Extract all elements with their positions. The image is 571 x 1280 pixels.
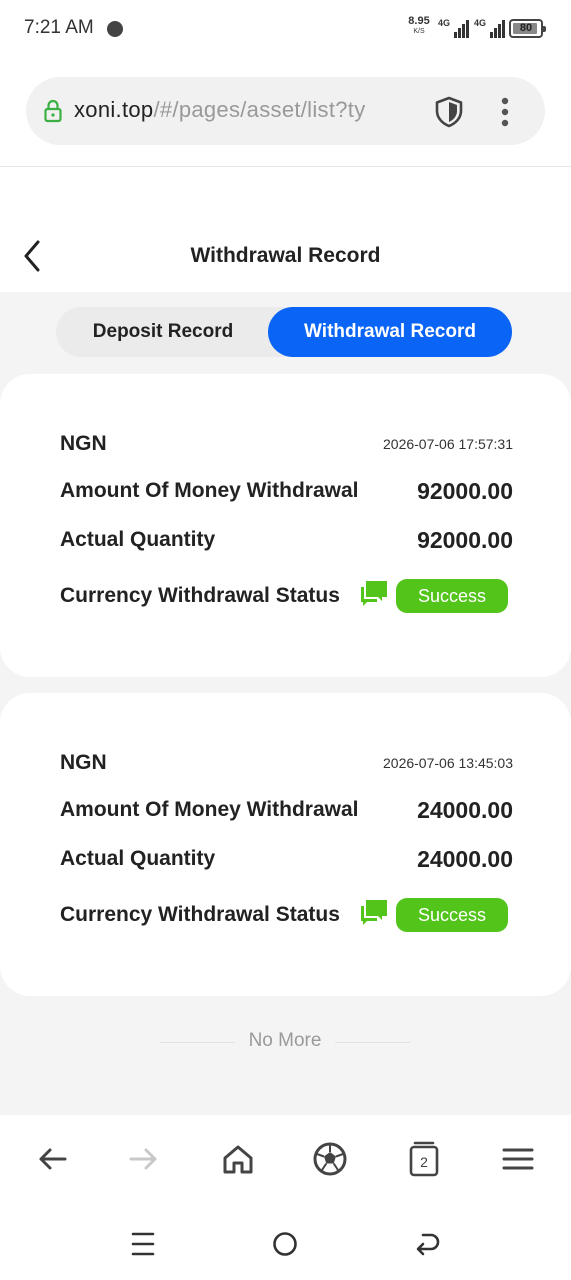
record-currency: NGN xyxy=(60,751,107,774)
system-navigation-bar xyxy=(0,1205,571,1280)
amount-label: Amount Of Money Withdrawal xyxy=(60,479,359,502)
record-card: NGN 2026-07-06 17:57:31 Amount Of Money … xyxy=(0,374,571,677)
network-speed-unit: K/S xyxy=(413,28,425,35)
record-card: NGN 2026-07-06 13:45:03 Amount Of Money … xyxy=(0,693,571,996)
url-text[interactable]: xoni.top/#/pages/asset/list?ty xyxy=(74,97,419,123)
signal-icon-1: 4G xyxy=(438,18,469,38)
notification-dot-icon xyxy=(107,21,123,37)
status-label: Currency Withdrawal Status xyxy=(60,584,340,607)
tab-withdrawal-record[interactable]: Withdrawal Record xyxy=(268,307,512,357)
no-more-indicator: No More xyxy=(160,1030,410,1054)
forward-icon[interactable] xyxy=(124,1139,164,1179)
record-type-tabs: Deposit Record Withdrawal Record xyxy=(56,307,512,357)
menu-dots-icon[interactable] xyxy=(496,97,514,127)
hamburger-menu-icon[interactable] xyxy=(498,1139,538,1179)
status-bar: 7:21 AM 8.95 K/S 4G 4G 80 xyxy=(0,0,571,58)
amount-value: 92000.00 xyxy=(417,478,513,504)
no-more-text: No More xyxy=(248,1030,322,1051)
page-title: Withdrawal Record xyxy=(190,244,381,267)
network-type-2: 4G xyxy=(474,18,487,28)
network-type-1: 4G xyxy=(438,18,451,28)
battery-level: 80 xyxy=(519,22,533,34)
chat-icon[interactable] xyxy=(358,897,390,929)
status-badge[interactable]: Success xyxy=(396,898,508,932)
address-bar[interactable]: xoni.top/#/pages/asset/list?ty xyxy=(26,77,545,145)
signal-icon-2: 4G xyxy=(474,18,505,38)
browser-toolbar: 2 xyxy=(0,1115,571,1205)
url-host: xoni.top xyxy=(74,97,154,122)
url-path: /#/pages/asset/list?ty xyxy=(153,97,366,122)
actual-quantity-value: 24000.00 xyxy=(417,846,513,872)
record-time: 2026-07-06 17:57:31 xyxy=(383,436,513,452)
status-label: Currency Withdrawal Status xyxy=(60,903,340,926)
network-speed-value: 8.95 xyxy=(408,15,430,27)
network-speed: 8.95 K/S xyxy=(406,16,432,37)
page-header: Withdrawal Record xyxy=(0,222,571,292)
amount-value: 24000.00 xyxy=(417,797,513,823)
status-time: 7:21 AM xyxy=(24,17,94,38)
battery-icon: 80 xyxy=(509,19,546,38)
actual-quantity-label: Actual Quantity xyxy=(60,847,216,870)
system-back-icon[interactable] xyxy=(413,1229,443,1259)
home-circle-icon[interactable] xyxy=(270,1229,300,1259)
shield-icon[interactable] xyxy=(432,95,466,129)
tab-count: 2 xyxy=(420,1154,428,1170)
amount-label: Amount Of Money Withdrawal xyxy=(60,798,359,821)
back-icon[interactable] xyxy=(32,1139,72,1179)
actual-quantity-value: 92000.00 xyxy=(417,527,513,553)
lock-icon xyxy=(44,99,62,123)
record-currency: NGN xyxy=(60,432,107,455)
football-icon[interactable] xyxy=(310,1139,350,1179)
home-icon[interactable] xyxy=(218,1139,258,1179)
divider xyxy=(0,166,571,167)
tab-deposit-record[interactable]: Deposit Record xyxy=(56,307,270,357)
status-badge[interactable]: Success xyxy=(396,579,508,613)
record-time: 2026-07-06 13:45:03 xyxy=(383,755,513,771)
recent-apps-icon[interactable] xyxy=(128,1229,158,1259)
actual-quantity-label: Actual Quantity xyxy=(60,528,216,551)
chat-icon[interactable] xyxy=(358,578,390,610)
